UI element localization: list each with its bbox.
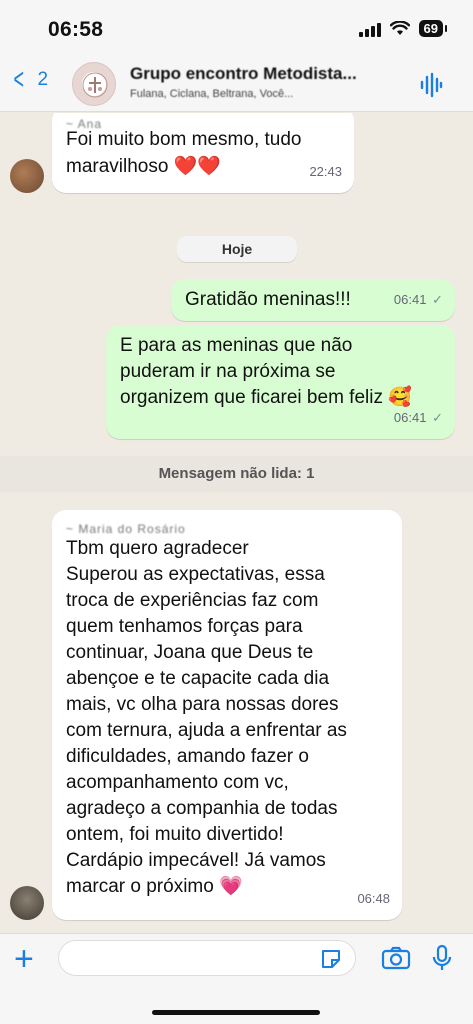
message-bubble-incoming[interactable]: ~ Ana Foi muito bom mesmo, tudo maravilh…: [52, 113, 354, 193]
unread-messages-divider: Mensagem não lida: 1: [0, 456, 473, 492]
chat-participants[interactable]: Fulana, Ciclana, Beltrana, Você...: [130, 88, 390, 100]
chat-header: < 2 Grupo encontro Metodista... Fulana, …: [0, 56, 473, 112]
message-text-line: mais, vc olha para nossas dores: [66, 694, 339, 715]
message-text-line: organizem que ficarei bem feliz 🥰: [120, 387, 412, 408]
home-indicator[interactable]: [152, 1010, 320, 1015]
message-meta: 06:41 ✓: [394, 287, 443, 313]
sender-avatar[interactable]: [10, 159, 44, 193]
sticker-icon[interactable]: [320, 948, 342, 970]
sender-avatar[interactable]: [10, 886, 44, 920]
message-bubble-incoming[interactable]: ~ Maria do Rosário Tbm quero agradecer Su…: [52, 510, 402, 920]
status-bar: 06:58 69: [0, 0, 473, 56]
message-time: 22:43: [309, 164, 342, 179]
message-text-line: dificuldades, amando fazer o: [66, 746, 309, 767]
unread-chat-count: 2: [37, 69, 49, 90]
group-avatar[interactable]: [72, 62, 116, 106]
back-chevron-icon: <: [13, 63, 25, 96]
message-text-line: acompanhamento com vc,: [66, 772, 289, 793]
message-text-line: continuar, Joana que Deus te: [66, 642, 314, 663]
read-check-icon: ✓: [432, 410, 443, 425]
message-meta: 06:41 ✓: [394, 405, 443, 431]
back-button[interactable]: < 2: [10, 63, 49, 96]
chat-title[interactable]: Grupo encontro Metodista...: [130, 64, 400, 84]
chat-area[interactable]: ~ Ana Foi muito bom mesmo, tudo maravilh…: [0, 113, 473, 933]
message-text-line: troca de experiências faz com: [66, 590, 319, 611]
status-time: 06:58: [48, 18, 104, 41]
signal-icon: [358, 21, 381, 37]
message-text-line: abençoe e te capacite cada dia: [66, 668, 330, 689]
message-time: 06:48: [357, 891, 390, 906]
voice-wave-icon[interactable]: [419, 72, 443, 98]
message-text: Tbm quero agradecer Superou as expectativ…: [66, 536, 347, 900]
battery-indicator: 69: [418, 20, 448, 37]
message-text-line: agradeço a companhia de todas: [66, 798, 338, 819]
message-text-line: marcar o próximo 💗: [66, 876, 243, 897]
read-check-icon: ✓: [432, 292, 443, 307]
message-composer: +: [0, 933, 473, 1024]
message-time: 06:41: [393, 410, 427, 425]
message-text-line: quem tenhamos forças para: [66, 616, 303, 637]
group-logo-icon: [82, 72, 108, 98]
message-text-line: puderam ir na próxima se: [120, 361, 336, 382]
message-text-line: ontem, foi muito divertido!: [66, 824, 284, 845]
mic-icon[interactable]: [432, 944, 452, 972]
message-text-line: Foi muito bom mesmo, tudo: [66, 129, 302, 150]
message-text-line: Tbm quero agradecer: [66, 538, 249, 559]
message-text-line: Cardápio impecável! Já vamos: [66, 850, 326, 871]
status-icons: 69: [358, 20, 448, 37]
message-text-line: com ternura, ajuda a enfrentar as: [66, 720, 347, 741]
message-bubble-outgoing[interactable]: E para as meninas que não puderam ir na …: [106, 325, 455, 439]
message-text-line: E para as meninas que não: [120, 335, 353, 356]
message-bubble-outgoing[interactable]: Gratidão meninas!!! 06:41 ✓: [171, 279, 455, 321]
plus-icon[interactable]: +: [14, 942, 34, 976]
camera-icon[interactable]: [381, 946, 411, 970]
message-input[interactable]: [58, 940, 356, 976]
message-text-line: maravilhoso ❤️❤️: [66, 156, 222, 177]
date-chip: Hoje: [177, 236, 297, 262]
message-text-line: Superou as expectativas, essa: [66, 564, 325, 585]
wifi-icon: [389, 21, 410, 35]
message-time: 06:41: [393, 292, 427, 307]
message-text: Gratidão meninas!!!: [185, 289, 351, 310]
